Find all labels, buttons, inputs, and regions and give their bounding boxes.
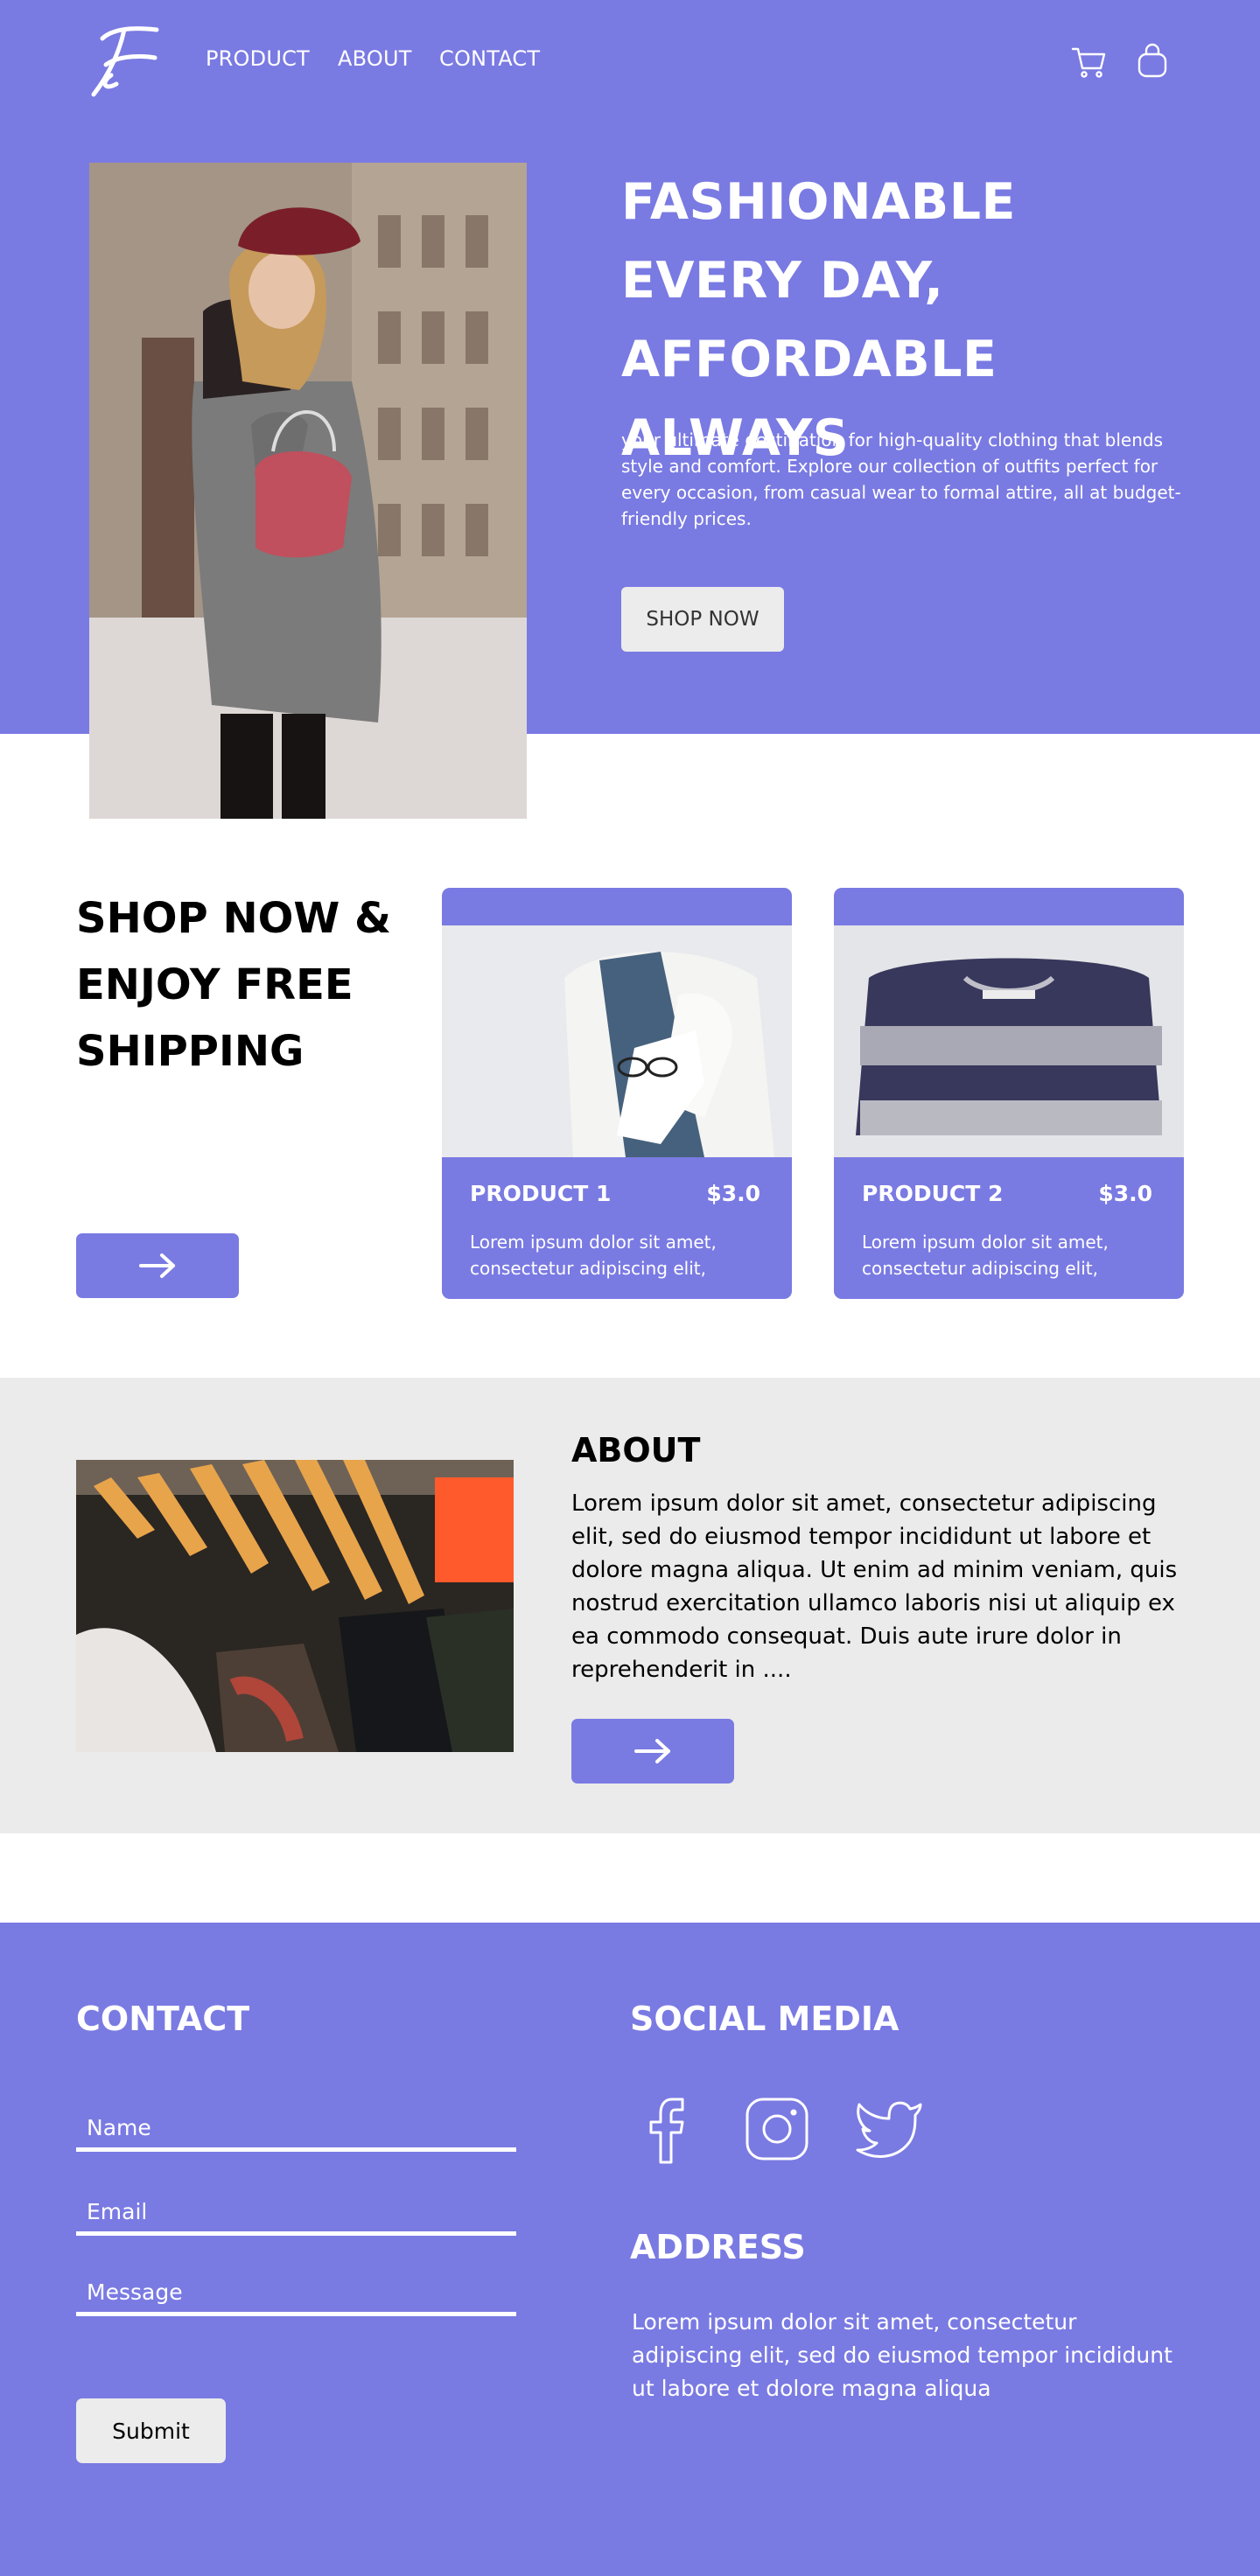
shop-now-button[interactable]: SHOP NOW: [621, 587, 784, 652]
product-image-sweater: [834, 925, 1184, 1157]
instagram-icon[interactable]: [744, 2096, 810, 2162]
social-media-title: SOCIAL MEDIA: [630, 2000, 900, 2038]
name-input[interactable]: [76, 2115, 516, 2147]
product-card[interactable]: PRODUCT 1 $3.0 Lorem ipsum dolor sit ame…: [442, 888, 792, 1299]
address-title: ADDRESS: [630, 2228, 806, 2266]
product-description: Lorem ipsum dolor sit amet, consectetur …: [862, 1232, 1109, 1279]
about-title: ABOUT: [571, 1431, 701, 1470]
promo-arrow-button[interactable]: [76, 1233, 239, 1298]
hero-model-photo: [89, 163, 527, 819]
facebook-icon[interactable]: [637, 2096, 695, 2166]
twitter-icon[interactable]: [854, 2096, 924, 2162]
email-field-wrapper: [76, 2199, 516, 2236]
contact-title: CONTACT: [76, 2000, 250, 2038]
product-price: $3.0: [706, 1181, 760, 1206]
message-input[interactable]: [76, 2279, 516, 2312]
product-name: PRODUCT 2: [862, 1181, 1004, 1206]
address-text: Lorem ipsum dolor sit amet, consectetur …: [632, 2309, 1172, 2401]
nav-link-product[interactable]: PRODUCT: [206, 46, 310, 71]
logo[interactable]: [85, 19, 165, 100]
promo-title: SHOP NOW & ENJOY FREE SHIPPING: [76, 894, 391, 1076]
hero-description: your ultimate destination for high-quali…: [621, 429, 1181, 529]
nav-link-contact[interactable]: CONTACT: [439, 46, 540, 71]
product-image-clothes: [442, 925, 792, 1157]
product-price: $3.0: [1098, 1181, 1152, 1206]
product-card[interactable]: PRODUCT 2 $3.0 Lorem ipsum dolor sit ame…: [834, 888, 1184, 1299]
about-arrow-button[interactable]: [571, 1719, 734, 1784]
submit-button[interactable]: Submit: [76, 2398, 226, 2463]
about-text: Lorem ipsum dolor sit amet, consectetur …: [571, 1490, 1178, 1683]
email-input[interactable]: [76, 2199, 516, 2231]
product-name: PRODUCT 1: [470, 1181, 612, 1206]
name-field-wrapper: [76, 2115, 516, 2152]
about-hangers-photo: [76, 1460, 514, 1752]
product-description: Lorem ipsum dolor sit amet, consectetur …: [470, 1232, 717, 1279]
arrow-right-icon: [634, 1739, 670, 1763]
bag-icon[interactable]: [1136, 42, 1169, 79]
arrow-right-icon: [139, 1253, 175, 1278]
cart-icon[interactable]: [1071, 44, 1108, 80]
nav-link-about[interactable]: ABOUT: [338, 46, 412, 71]
message-field-wrapper: [76, 2279, 516, 2316]
